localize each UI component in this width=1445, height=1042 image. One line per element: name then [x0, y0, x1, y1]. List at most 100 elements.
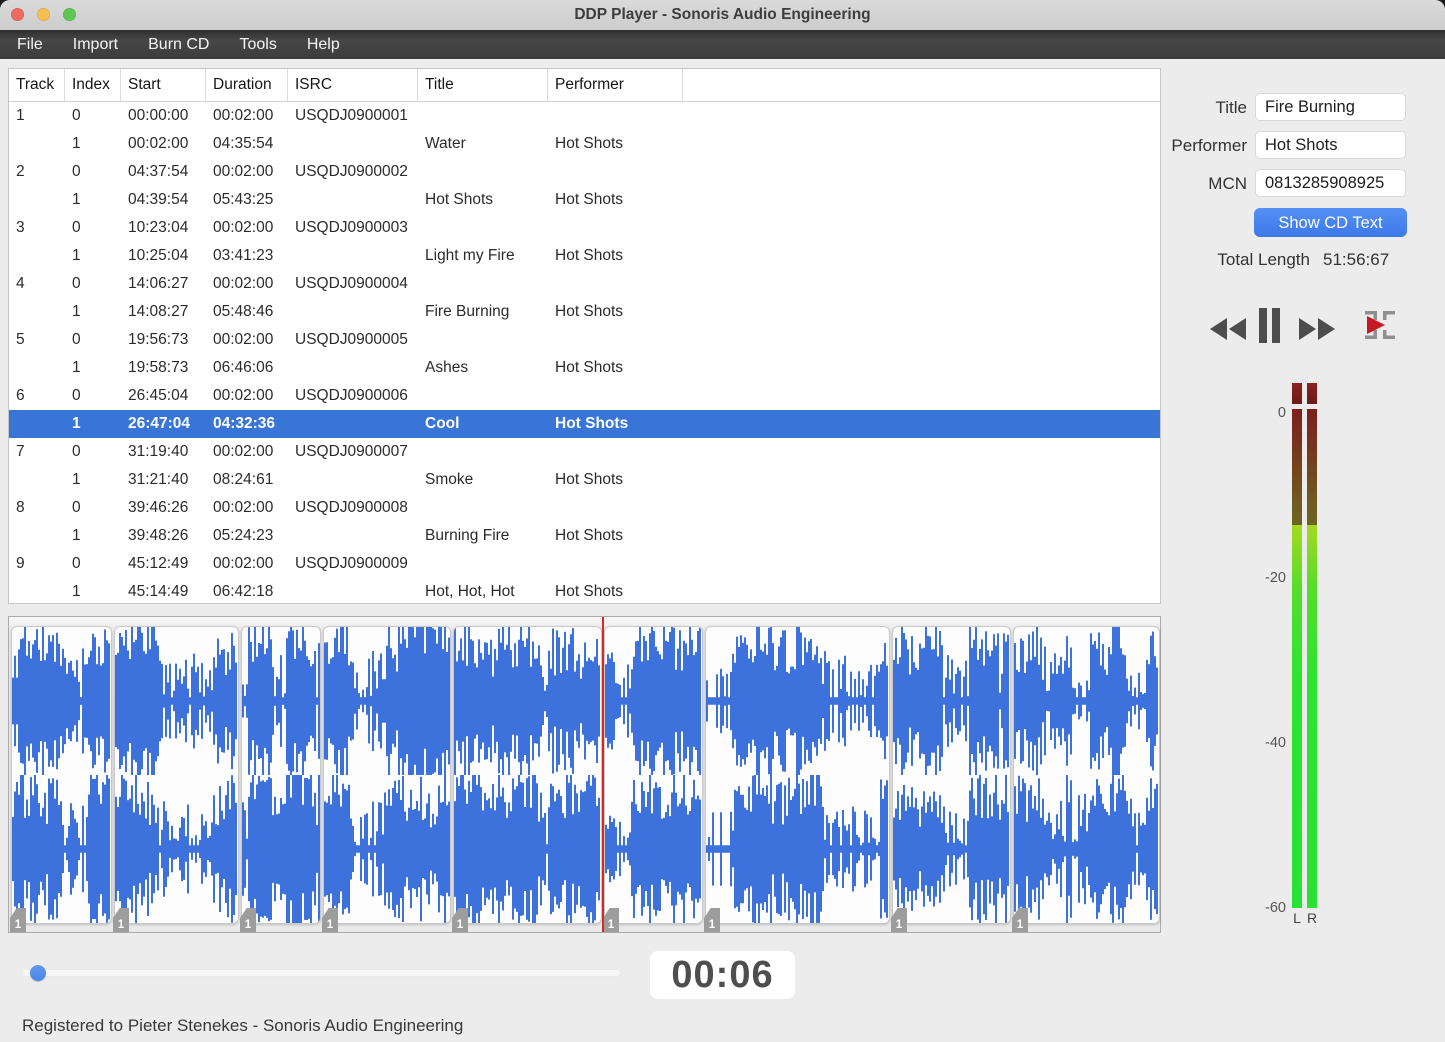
cell-fill: [683, 130, 1160, 158]
waveform-segment-track-4[interactable]: [323, 626, 451, 924]
cell-perf: [548, 102, 683, 130]
menu-burn-cd[interactable]: Burn CD: [133, 30, 224, 59]
table-row[interactable]: 1 31:21:40 08:24:61 Smoke Hot Shots: [9, 466, 1160, 494]
cell-dur: 00:02:00: [213, 219, 274, 236]
waveform-segment-track-7[interactable]: [705, 626, 890, 924]
meter-tick-label: -40: [1265, 735, 1286, 751]
seek-slider-handle[interactable]: [30, 965, 46, 981]
cell-dur: 00:02:00: [213, 499, 274, 516]
cell-title: Hot, Hot, Hot: [425, 583, 515, 600]
mcn-field[interactable]: [1255, 169, 1406, 197]
waveform-segment-track-1[interactable]: [11, 626, 112, 924]
cell-track: 9: [16, 555, 25, 572]
menu-help[interactable]: Help: [292, 30, 355, 59]
column-header-duration[interactable]: Duration: [206, 69, 288, 101]
table-row[interactable]: 1 45:14:49 06:42:18 Hot, Hot, Hot Hot Shots: [9, 578, 1160, 606]
fast-forward-button[interactable]: [1297, 316, 1337, 342]
cell-start: 31:19:40: [128, 443, 189, 460]
table-row[interactable]: 1 00:02:00 04:35:54 Water Hot Shots: [9, 130, 1160, 158]
cell-title: Hot Shots: [425, 191, 494, 208]
column-header-title[interactable]: Title: [418, 69, 548, 101]
cell-fill: [683, 354, 1160, 382]
fast-forward-icon: [1297, 318, 1337, 345]
cell-fill: [683, 438, 1160, 466]
cell-fill: [683, 522, 1160, 550]
cell-start: 04:39:54: [128, 191, 189, 208]
table-row[interactable]: 1 14:08:27 05:48:46 Fire Burning Hot Shots: [9, 298, 1160, 326]
play-track-range-icon: [1358, 311, 1402, 348]
clip-indicator-left: [1292, 383, 1302, 404]
cell-start: 19:58:73: [128, 359, 189, 376]
menu-file[interactable]: File: [2, 30, 58, 59]
cell-track: 3: [16, 219, 25, 236]
cell-dur: 00:02:00: [213, 275, 274, 292]
cell-dur: 00:02:00: [213, 443, 274, 460]
rewind-button[interactable]: [1208, 316, 1248, 342]
table-row[interactable]: 1 19:58:73 06:46:06 Ashes Hot Shots: [9, 354, 1160, 382]
cell-isrc: USQDJ0900005: [295, 331, 408, 348]
cell-dur: 06:46:06: [213, 359, 274, 376]
waveform-segment-track-8[interactable]: [892, 626, 1011, 924]
cell-index: 0: [72, 499, 81, 516]
waveform-segment-track-2[interactable]: [114, 626, 239, 924]
cell-fill: [683, 214, 1160, 242]
table-row[interactable]: 1 26:47:04 04:32:36 Cool Hot Shots: [9, 410, 1160, 438]
waveform-segment-track-3[interactable]: [241, 626, 321, 924]
waveform-segment-track-5[interactable]: [453, 626, 602, 924]
cell-index: 0: [72, 443, 81, 460]
window-title: DDP Player - Sonoris Audio Engineering: [574, 6, 871, 23]
total-length-label: Total Length: [1217, 250, 1310, 269]
table-row[interactable]: 7 0 31:19:40 00:02:00 USQDJ0900007: [9, 438, 1160, 466]
cell-perf: Hot Shots: [555, 583, 624, 600]
table-row[interactable]: 1 10:25:04 03:41:23 Light my Fire Hot Shots: [9, 242, 1160, 270]
cell-dur: 04:32:36: [213, 415, 276, 432]
column-header-start[interactable]: Start: [121, 69, 206, 101]
menu-tools[interactable]: Tools: [224, 30, 291, 59]
title-field[interactable]: [1255, 93, 1406, 121]
waveform-segment-track-9[interactable]: [1013, 626, 1160, 924]
cell-fill: [683, 494, 1160, 522]
cell-index: 1: [72, 359, 81, 376]
cell-isrc: [288, 242, 418, 270]
cell-index: 1: [72, 135, 81, 152]
table-row[interactable]: 4 0 14:06:27 00:02:00 USQDJ0900004: [9, 270, 1160, 298]
table-row[interactable]: 1 0 00:00:00 00:02:00 USQDJ0900001: [9, 102, 1160, 130]
table-row[interactable]: 3 0 10:23:04 00:02:00 USQDJ0900003: [9, 214, 1160, 242]
cell-fill: [683, 326, 1160, 354]
table-row[interactable]: 1 04:39:54 05:43:25 Hot Shots Hot Shots: [9, 186, 1160, 214]
column-header-isrc[interactable]: ISRC: [288, 69, 418, 101]
waveform-panel[interactable]: 111111111: [8, 616, 1161, 933]
column-header-track[interactable]: Track: [9, 69, 65, 101]
cell-fill: [683, 158, 1160, 186]
column-header-performer[interactable]: Performer: [548, 69, 683, 101]
waveform-segment-track-6[interactable]: [604, 626, 703, 924]
cell-track: 6: [16, 387, 25, 404]
track-table: Track Index Start Duration ISRC Title Performe…: [8, 68, 1161, 604]
table-row[interactable]: 5 0 19:56:73 00:02:00 USQDJ0900005: [9, 326, 1160, 354]
cell-index: 0: [72, 387, 81, 404]
seek-slider-track[interactable]: [22, 969, 621, 977]
level-meter-left: [1292, 409, 1302, 908]
cell-dur: 04:35:54: [213, 135, 274, 152]
cell-index: 1: [72, 527, 81, 544]
play-track-range-button[interactable]: [1358, 305, 1402, 345]
rewind-icon: [1208, 318, 1248, 345]
table-row[interactable]: 2 0 04:37:54 00:02:00 USQDJ0900002: [9, 158, 1160, 186]
cell-perf: [548, 270, 683, 298]
show-cd-text-button[interactable]: Show CD Text: [1254, 208, 1407, 237]
table-row[interactable]: 6 0 26:45:04 00:02:00 USQDJ0900006: [9, 382, 1160, 410]
cell-dur: 05:24:23: [213, 527, 274, 544]
pause-button[interactable]: [1257, 307, 1282, 344]
performer-field[interactable]: [1255, 131, 1406, 159]
cell-track: 4: [16, 275, 25, 292]
pause-icon: [1257, 308, 1282, 347]
cell-index: 0: [72, 275, 81, 292]
app-window: DDP Player - Sonoris Audio Engineering F…: [0, 0, 1445, 1042]
cell-index: 1: [72, 471, 81, 488]
table-row[interactable]: 9 0 45:12:49 00:02:00 USQDJ0900009: [9, 550, 1160, 578]
menu-import[interactable]: Import: [58, 30, 133, 59]
cell-start: 26:45:04: [128, 387, 189, 404]
table-row[interactable]: 1 39:48:26 05:24:23 Burning Fire Hot Shots: [9, 522, 1160, 550]
table-row[interactable]: 8 0 39:46:26 00:02:00 USQDJ0900008: [9, 494, 1160, 522]
column-header-index[interactable]: Index: [65, 69, 121, 101]
